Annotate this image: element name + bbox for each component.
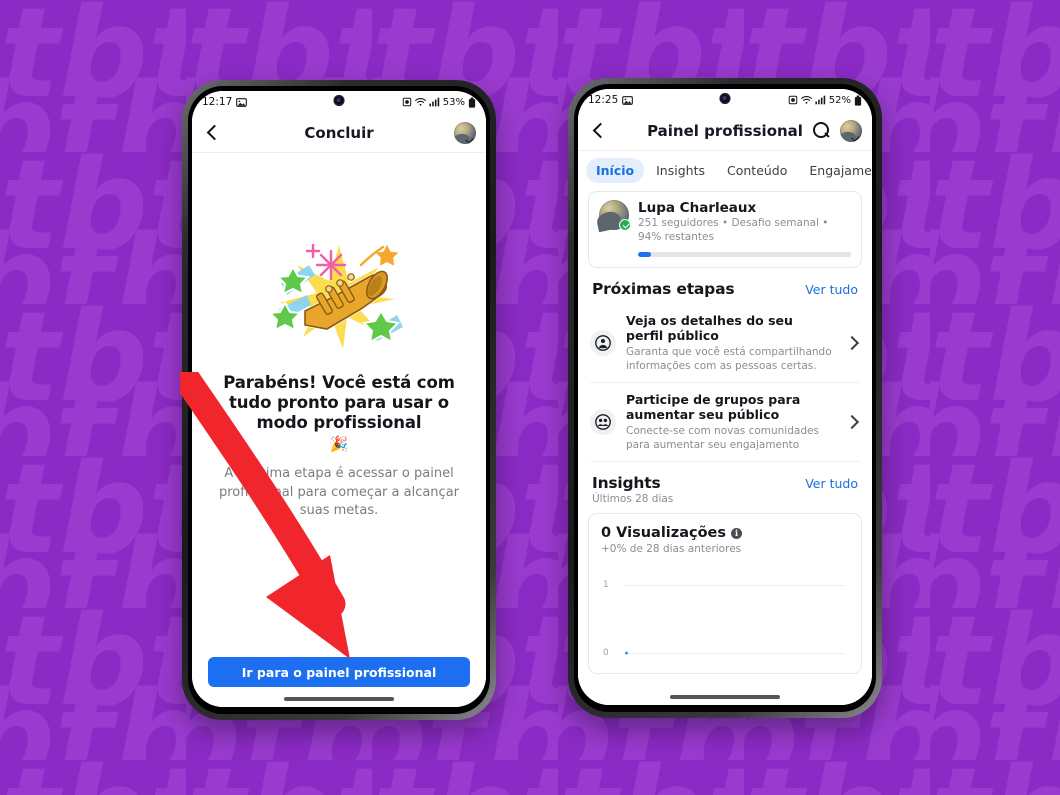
profile-avatar-icon [595,200,631,233]
wifi-icon [800,96,812,104]
image-icon [622,95,634,105]
tab-engajamento[interactable]: Engajamento [799,158,872,183]
step-title: Participe de grupos para aumentar seu pú… [626,392,801,423]
back-chevron-icon[interactable] [588,121,608,141]
views-metric-card[interactable]: 0 Visualizações i +0% de 28 dias anterio… [588,513,862,675]
tab-conteudo[interactable]: Conteúdo [717,158,797,183]
step-description: Garanta que você está compartilhando inf… [626,345,832,372]
tab-insights[interactable]: Insights [646,158,715,183]
y-tick-0: 0 [603,648,609,659]
next-steps-header: Próximas etapas Ver tudo [578,278,872,298]
gesture-bar-right[interactable] [670,695,780,699]
avatar-hair-shape [595,209,623,233]
congrats-subtext: A próxima etapa é acessar o painel profi… [218,466,460,519]
battery-icon [854,94,862,106]
data-point-zero [625,651,628,655]
person-circle-icon [590,330,616,357]
list-item[interactable]: Veja os detalhes do seu perfil público G… [590,304,860,384]
gesture-bar-left[interactable] [284,697,394,701]
phone-bezel-right: 12:25 52% Painel profissional Início Ins… [574,84,876,712]
chevron-right-icon [844,414,860,430]
party-emoji: 🎉 [329,435,349,454]
step-description: Conecte-se com novas comunidades para au… [626,425,819,451]
phone-mockup-right: 12:25 52% Painel profissional Início Ins… [568,78,882,718]
profile-avatar-icon[interactable] [454,121,476,144]
list-item[interactable]: Participe de grupos para aumentar seu pú… [590,383,860,463]
image-icon [236,97,248,107]
tab-bar: Início Insights Conteúdo Engajamento [578,151,872,191]
battery-icon [468,96,476,108]
next-steps-title: Próximas etapas [592,279,735,298]
wifi-icon [414,98,426,106]
camera-punch-hole [719,93,731,104]
progress-fill [638,251,651,257]
search-icon[interactable] [812,121,831,140]
phone-screen-left: 12:17 53% Concluir Parabéns! Você está c… [192,91,486,707]
gridline-lower [623,653,845,655]
insights-header: Insights Ver tudo [578,472,872,492]
profile-name: Lupa Charleaux [638,200,757,216]
info-icon[interactable]: i [731,527,742,539]
right-screen-body: Início Insights Conteúdo Engajamento Lup… [578,151,872,705]
gridline-upper [623,585,845,587]
left-screen-body: Parabéns! Você está com tudo pronto para… [192,153,486,707]
page-title: Concluir [304,123,374,142]
status-time: 12:17 [202,96,233,108]
status-time: 12:25 [588,94,619,106]
next-steps-see-all-link[interactable]: Ver tudo [805,282,858,297]
weekly-challenge-progress-bar [638,251,851,257]
app-bar-left: Concluir [192,113,486,153]
phone-mockup-left: 12:17 53% Concluir Parabéns! Você está c… [182,80,496,720]
alarm-icon [402,97,412,107]
y-tick-1: 1 [603,580,609,591]
insights-see-all-link[interactable]: Ver tudo [805,476,858,491]
next-steps-list: Veja os detalhes do seu perfil público G… [590,304,860,463]
phone-bezel-left: 12:17 53% Concluir Parabéns! Você está c… [188,86,490,714]
profile-summary-card[interactable]: Lupa Charleaux 251 seguidores • Desafio … [588,191,862,268]
views-delta: +0% de 28 dias anteriores [601,543,742,556]
trumpet-celebration-icon [267,237,409,355]
profile-meta: 251 seguidores • Desafio semanal • 94% r… [638,217,829,244]
battery-percent: 52% [828,94,851,106]
alarm-icon [788,95,798,105]
background-watermark: tbtb tbtb [0,0,1060,795]
status-bar-right: 12:25 52% [578,89,872,111]
group-people-icon [590,409,616,436]
step-title: Veja os detalhes do seu perfil público [626,312,793,343]
battery-percent: 53% [442,96,465,108]
signal-bars-icon [429,97,439,107]
insights-subtitle: Últimos 28 dias [592,493,674,506]
phone-screen-right: 12:25 52% Painel profissional Início Ins… [578,89,872,705]
back-chevron-icon[interactable] [202,123,222,143]
go-to-professional-panel-button[interactable]: Ir para o painel profissional [208,657,470,687]
congrats-headline: Parabéns! Você está com tudo pronto para… [223,373,455,433]
signal-bars-icon [815,95,825,105]
verified-check-icon [619,219,631,231]
status-bar-left: 12:17 53% [192,91,486,113]
tab-inicio[interactable]: Início [586,158,645,183]
camera-punch-hole [333,95,345,106]
insights-title: Insights [592,474,661,493]
chevron-right-icon [844,335,860,351]
views-line-chart: 1 0 [601,571,849,667]
views-value-label: 0 Visualizações [601,525,726,542]
app-bar-right: Painel profissional [578,111,872,151]
profile-avatar-icon[interactable] [840,119,862,142]
